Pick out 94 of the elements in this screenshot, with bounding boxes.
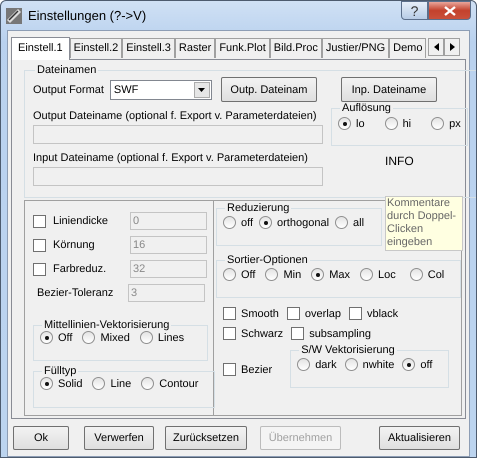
comment-note[interactable]: Kommentare durch Doppel-Clicken eingeben <box>385 196 463 251</box>
checkbox-label: Bezier <box>241 364 272 376</box>
radio-button[interactable] <box>402 358 416 371</box>
checkbox-label: overlap <box>304 308 341 320</box>
group-title: Dateinamen <box>36 64 98 76</box>
radio-label: Line <box>110 378 132 390</box>
checkbox[interactable] <box>349 307 362 320</box>
left-arrow-icon <box>434 43 439 51</box>
tab[interactable]: Raster <box>174 38 216 58</box>
group-title: Fülltyp <box>43 365 78 377</box>
format-dropdown[interactable]: SWF <box>110 80 212 100</box>
tab[interactable]: Demo <box>389 38 426 58</box>
radio-button[interactable] <box>223 216 236 229</box>
checkbox-label: Körnung <box>53 239 96 251</box>
dialog-button[interactable]: Verwerfen <box>84 426 154 450</box>
file-button[interactable]: Inp. Dateiname <box>340 77 437 102</box>
tab[interactable]: Einstell.1 <box>11 37 70 60</box>
field-label: Input Dateiname (optional f. Export v. Parameterdateien) <box>33 151 309 165</box>
close-button[interactable] <box>428 1 471 20</box>
radio-label: px <box>449 118 461 130</box>
checkbox-label: Farbreduz. <box>53 263 108 275</box>
radio-label: Lines <box>158 332 184 344</box>
radio-label: all <box>353 216 364 228</box>
checkbox-label: Schwarz <box>241 328 284 340</box>
tab-scroll-right-button[interactable] <box>444 38 460 56</box>
radio-button[interactable] <box>141 377 154 390</box>
radio-button[interactable] <box>431 117 444 130</box>
group-title: Reduzierung <box>226 202 290 214</box>
file-button[interactable]: Outp. Dateinam <box>220 77 317 102</box>
window-title: Einstellungen (?->V) <box>28 8 148 23</box>
radio-button[interactable] <box>40 331 53 344</box>
tab[interactable]: Funk.Plot <box>215 38 270 58</box>
radio-label: dark <box>315 358 337 370</box>
radio-label: Col <box>428 268 444 280</box>
radio-label: Min <box>283 268 302 280</box>
group-title: Sortier-Optionen <box>226 254 309 266</box>
group-title: Auflösung <box>341 102 392 114</box>
checkbox-label: subsampling <box>309 328 371 340</box>
tab[interactable]: Justier/PNG <box>322 38 390 58</box>
radio-label: off <box>241 216 254 228</box>
radio-button[interactable] <box>92 377 106 390</box>
radio-button[interactable] <box>223 268 236 281</box>
radio-label: off <box>420 358 432 370</box>
input-field[interactable] <box>33 167 323 186</box>
tab[interactable]: Einstell.3 <box>122 38 175 58</box>
radio-button[interactable] <box>259 216 272 229</box>
tab-scroll-left-button[interactable] <box>428 38 444 56</box>
input-field[interactable] <box>33 125 323 144</box>
radio-label: orthogonal <box>277 216 330 228</box>
radio-button[interactable] <box>40 377 53 390</box>
radio-button[interactable] <box>338 117 351 130</box>
group-title: S/W Vektorisierung <box>300 344 396 356</box>
field-label: Output Format <box>33 82 104 96</box>
radio-button[interactable] <box>360 268 373 281</box>
checkbox-label: Liniendicke <box>53 215 110 227</box>
radio-button[interactable] <box>140 331 153 344</box>
tab[interactable]: Einstell.2 <box>70 38 122 58</box>
radio-button[interactable] <box>311 268 324 281</box>
checkbox[interactable] <box>223 363 236 376</box>
radio-button[interactable] <box>410 268 423 281</box>
radio-label: hi <box>402 118 412 130</box>
checkbox-label: vblack <box>367 308 398 320</box>
radio-label: Loc <box>378 268 396 280</box>
radio-button[interactable] <box>265 268 278 281</box>
radio-button[interactable] <box>297 358 310 371</box>
radio-button[interactable] <box>335 216 348 229</box>
radio-label: nwhite <box>362 358 394 370</box>
radio-label: Off <box>241 268 256 280</box>
app-icon <box>6 8 22 24</box>
radio-label: Solid <box>58 378 82 390</box>
dialog-button[interactable]: Aktualisieren <box>379 426 460 450</box>
radio-button[interactable] <box>82 331 96 344</box>
close-icon <box>444 6 456 16</box>
radio-label: Contour <box>159 378 198 390</box>
checkbox[interactable] <box>223 327 236 340</box>
help-button[interactable]: ? <box>401 1 428 20</box>
info-label: INFO <box>385 154 414 169</box>
checkbox[interactable] <box>286 307 300 320</box>
checkbox[interactable] <box>291 327 304 340</box>
field-label: Output Dateiname (optional f. Export v. Parameterdateien) <box>33 109 318 123</box>
group-title: Mittellinien-Vektorisierung <box>43 319 170 331</box>
checkbox[interactable] <box>223 307 236 320</box>
dialog-button[interactable]: Zurücksetzen <box>165 426 247 450</box>
radio-button[interactable] <box>344 358 358 371</box>
radio-label: Off <box>58 332 72 344</box>
right-arrow-icon <box>450 43 455 51</box>
tab[interactable]: Bild.Proc <box>270 38 322 58</box>
dialog-button[interactable]: Ok <box>13 426 69 450</box>
field-label: Bezier-Toleranz <box>37 287 114 299</box>
checkbox-label: Smooth <box>241 308 279 320</box>
radio-label: Max <box>329 268 350 280</box>
radio-label: lo <box>356 118 365 130</box>
radio-button[interactable] <box>384 117 398 130</box>
radio-label: Mixed <box>100 332 130 344</box>
